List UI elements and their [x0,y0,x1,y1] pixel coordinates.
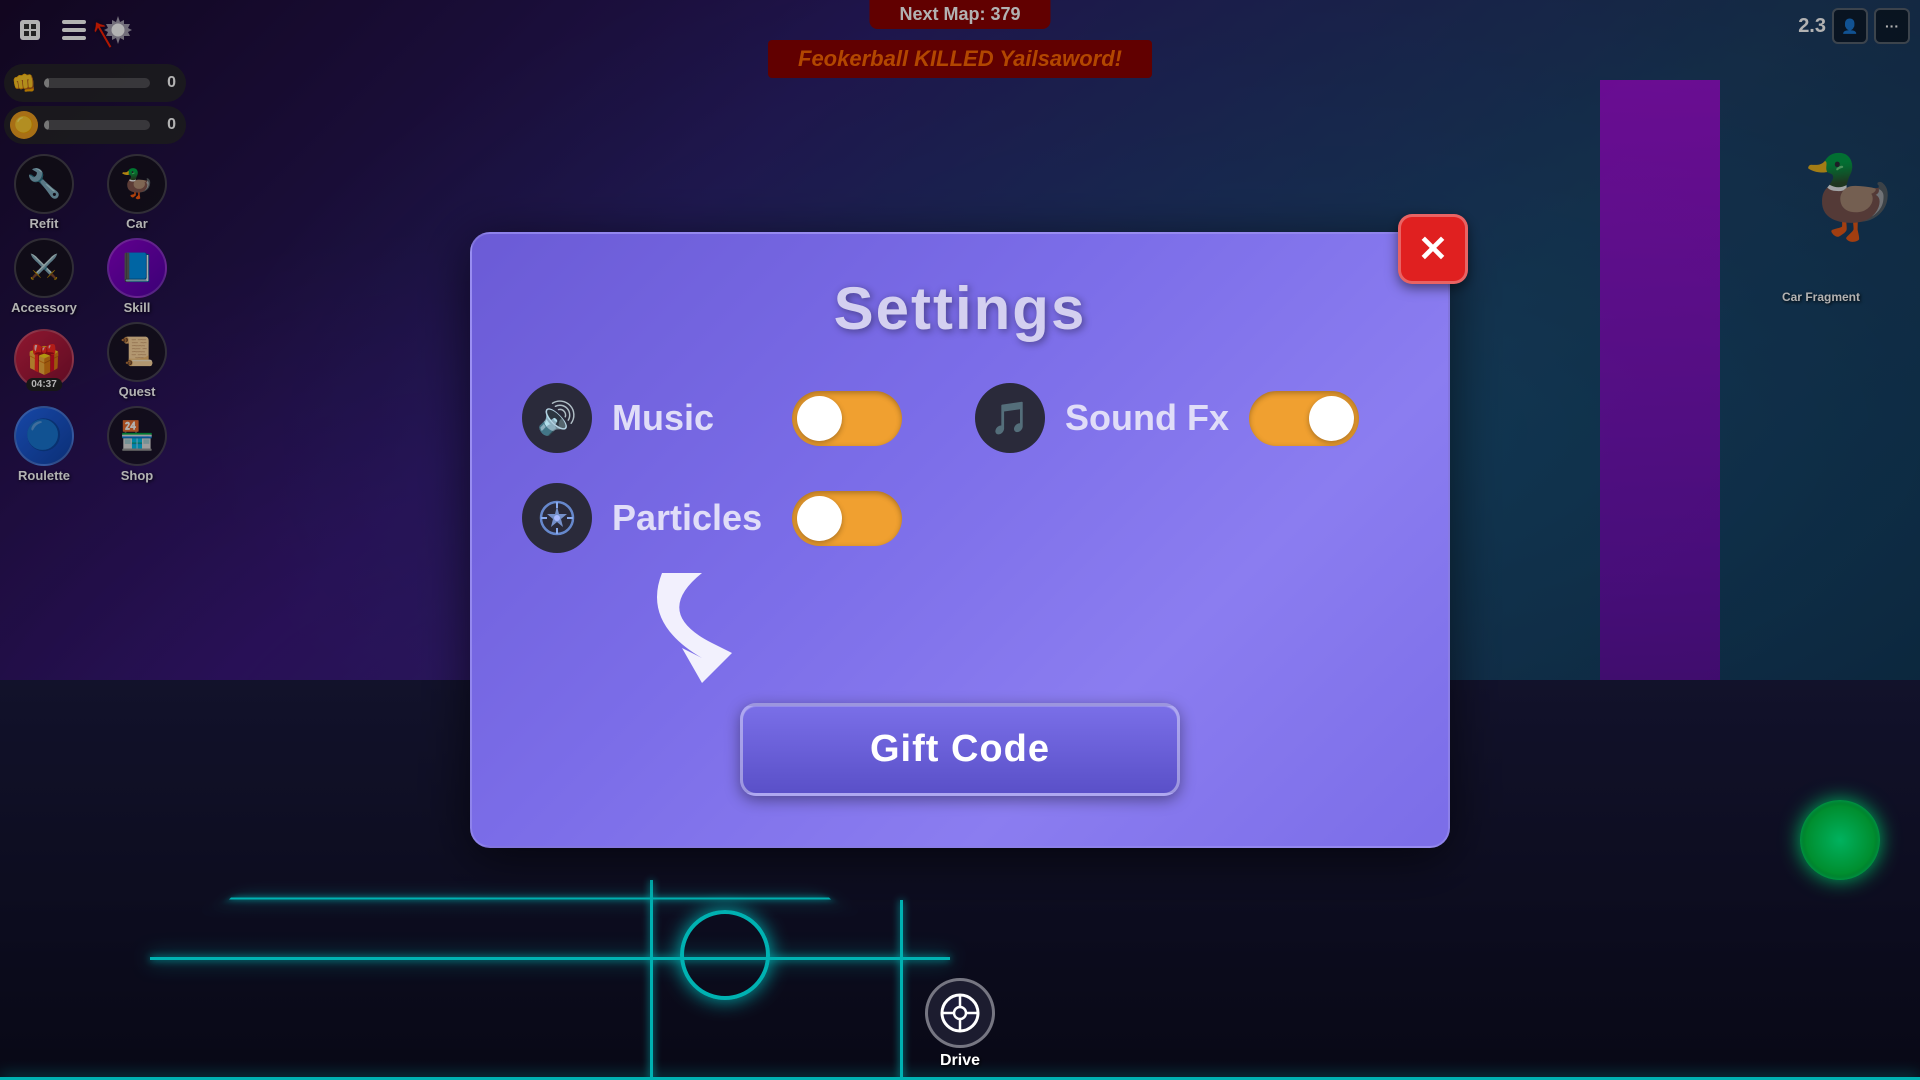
music-label: Music [612,397,772,439]
settings-row-particles: Particles [522,483,1398,553]
particles-toggle[interactable] [792,491,902,546]
particles-icon [539,500,575,536]
setting-group-music: 🔊 Music [522,383,945,453]
music-toggle-knob [797,396,842,441]
music-icon-circle: 🔊 [522,383,592,453]
music-icon: 🔊 [537,399,577,437]
settings-modal: ✕ Settings 🔊 Music 🎵 Sound Fx [470,232,1450,848]
steering-wheel-icon [939,992,981,1034]
particles-icon-circle [522,483,592,553]
drive-button[interactable]: Drive [925,978,995,1070]
particles-label: Particles [612,497,772,539]
soundfx-icon: 🎵 [990,399,1030,437]
setting-group-particles: Particles [522,483,1398,553]
arrow-area [522,583,1398,683]
settings-title: Settings [522,274,1398,343]
white-arrow-svg [622,563,822,683]
close-button[interactable]: ✕ [1398,214,1468,284]
particles-toggle-knob [797,496,842,541]
drive-circle-icon [925,978,995,1048]
soundfx-icon-circle: 🎵 [975,383,1045,453]
settings-row-audio: 🔊 Music 🎵 Sound Fx [522,383,1398,453]
music-toggle[interactable] [792,391,902,446]
gift-code-button[interactable]: Gift Code [740,703,1180,796]
setting-group-soundfx: 🎵 Sound Fx [975,383,1398,453]
soundfx-toggle-knob [1309,396,1354,441]
soundfx-toggle[interactable] [1249,391,1359,446]
drive-label: Drive [940,1052,980,1070]
modal-overlay: ✕ Settings 🔊 Music 🎵 Sound Fx [0,0,1920,1080]
soundfx-label: Sound Fx [1065,397,1229,439]
